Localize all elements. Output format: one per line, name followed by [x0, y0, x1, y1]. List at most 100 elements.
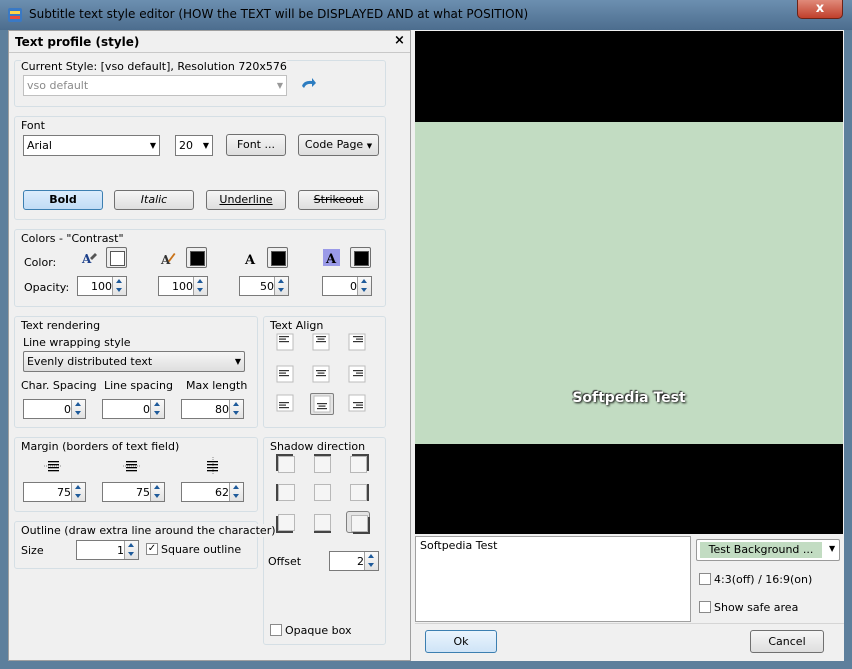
shadow-direction-label: Shadow direction [270, 440, 366, 453]
font-name-combo[interactable]: Arial ▼ [23, 135, 160, 156]
outline-color-swatch[interactable] [186, 247, 207, 268]
margin-group: Margin (borders of text field) 75 75 62 [14, 437, 258, 512]
align-top-center-button[interactable] [310, 332, 334, 354]
line-spacing-label: Line spacing [104, 379, 173, 392]
shadow-top-icon [314, 456, 331, 473]
opacity-label: Opacity: [24, 281, 70, 294]
code-page-button[interactable]: Code Page ▼ [298, 134, 379, 156]
outline-size-spinner[interactable]: 1 [76, 540, 139, 560]
align-middle-center-button[interactable] [310, 364, 334, 386]
text-rendering-group: Text rendering Line wrapping style Evenl… [14, 316, 258, 428]
align-middle-left-icon [276, 365, 294, 383]
spin-arrows-icon[interactable] [150, 483, 164, 501]
shadow-top-right-button[interactable] [346, 453, 370, 475]
shadow-bottom-icon [314, 514, 331, 531]
align-top-right-button[interactable] [346, 332, 370, 354]
aspect-ratio-checkbox[interactable] [699, 573, 711, 585]
wrap-style-combo[interactable]: Evenly distributed text ▼ [23, 351, 245, 372]
test-background-button[interactable]: Test Background ... ▼ [696, 539, 840, 561]
strikeout-button[interactable]: Strikeout [298, 190, 379, 210]
margin-vertical-icon [203, 456, 223, 476]
current-style-combo[interactable]: vso default ▼ [23, 75, 287, 96]
cancel-button[interactable]: Cancel [750, 630, 824, 653]
svg-text:A: A [325, 252, 337, 266]
background-color-swatch[interactable] [350, 247, 371, 268]
shadow-none-button[interactable] [310, 481, 334, 503]
outline-opacity-value: 100 [172, 280, 193, 293]
spin-arrows-icon[interactable] [71, 483, 85, 501]
swatch-fill [190, 251, 205, 266]
window-close-button[interactable]: x [797, 0, 843, 19]
text-color-swatch[interactable] [106, 247, 127, 268]
text-shadow-icon: A [243, 250, 259, 268]
align-top-left-button[interactable] [274, 332, 298, 354]
shadow-none-icon [314, 484, 331, 501]
chevron-down-icon: ▼ [829, 544, 836, 553]
font-size-value: 20 [179, 139, 193, 152]
shadow-bottom-right-icon [351, 515, 368, 532]
char-spacing-spinner[interactable]: 0 [23, 399, 86, 419]
shadow-right-button[interactable] [346, 481, 370, 503]
margin-right-spinner[interactable]: 75 [102, 482, 165, 502]
spin-arrows-icon[interactable] [229, 400, 243, 418]
spin-arrows-icon[interactable] [229, 483, 243, 501]
line-spacing-spinner[interactable]: 0 [102, 399, 165, 419]
align-bottom-center-button[interactable] [310, 393, 334, 415]
chevron-down-icon: ▼ [149, 141, 157, 150]
align-bottom-center-icon [313, 395, 331, 413]
align-bottom-right-button[interactable] [346, 393, 370, 415]
shadow-top-button[interactable] [310, 453, 334, 475]
spin-arrows-icon[interactable] [357, 277, 371, 295]
spin-arrows-icon[interactable] [274, 277, 288, 295]
safe-area-label: Show safe area [714, 601, 799, 614]
spin-arrows-icon[interactable] [150, 400, 164, 418]
ok-button[interactable]: Ok [425, 630, 497, 653]
align-middle-left-button[interactable] [274, 364, 298, 386]
chevron-down-icon: ▼ [234, 357, 242, 366]
opaque-box-checkbox[interactable] [270, 624, 282, 636]
underline-button[interactable]: Underline [206, 190, 286, 210]
swatch-fill [110, 251, 125, 266]
margin-vertical-spinner[interactable]: 62 [181, 482, 244, 502]
align-middle-right-button[interactable] [346, 364, 370, 386]
panel-close-icon[interactable]: × [394, 33, 405, 48]
shadow-top-left-button[interactable] [274, 453, 298, 475]
spin-arrows-icon[interactable] [193, 277, 207, 295]
background-opacity-spinner[interactable]: 0 [322, 276, 372, 296]
shadow-offset-spinner[interactable]: 2 [329, 551, 379, 571]
undo-arrow-icon[interactable] [299, 77, 317, 93]
test-text-input[interactable]: Softpedia Test [415, 536, 691, 622]
outline-opacity-spinner[interactable]: 100 [158, 276, 208, 296]
text-opacity-spinner[interactable]: 100 [77, 276, 127, 296]
margin-left-spinner[interactable]: 75 [23, 482, 86, 502]
align-top-center-icon [312, 333, 330, 351]
colors-group: Colors - "Contrast" Color: Opacity: A A … [14, 229, 386, 307]
font-size-combo[interactable]: 20 ▼ [175, 135, 213, 156]
text-profile-panel: Text profile (style) × Current Style: [v… [8, 30, 411, 661]
safe-area-checkbox[interactable] [699, 601, 711, 613]
shadow-bottom-right-button[interactable] [346, 511, 370, 533]
bold-button[interactable]: Bold [23, 190, 103, 210]
font-dialog-button[interactable]: Font ... [226, 134, 286, 156]
max-length-spinner[interactable]: 80 [181, 399, 244, 419]
char-spacing-label: Char. Spacing [21, 379, 97, 392]
spin-arrows-icon[interactable] [71, 400, 85, 418]
shadow-left-button[interactable] [274, 481, 298, 503]
square-outline-checkbox[interactable]: ✓ [146, 543, 158, 555]
italic-button[interactable]: Italic [114, 190, 194, 210]
panel-title: Text profile (style) [15, 35, 140, 49]
align-bottom-right-icon [348, 394, 366, 412]
shadow-color-swatch[interactable] [267, 247, 288, 268]
spin-arrows-icon[interactable] [364, 552, 378, 570]
shadow-bottom-button[interactable] [310, 511, 334, 533]
shadow-opacity-spinner[interactable]: 50 [239, 276, 289, 296]
shadow-top-right-icon [350, 456, 367, 473]
text-opacity-value: 100 [91, 280, 112, 293]
align-middle-right-icon [348, 365, 366, 383]
spin-arrows-icon[interactable] [124, 541, 138, 559]
title-bar[interactable]: Subtitle text style editor (HOW the TEXT… [0, 0, 852, 30]
spin-arrows-icon[interactable] [112, 277, 126, 295]
shadow-offset-value: 2 [357, 555, 364, 568]
align-bottom-left-button[interactable] [274, 393, 298, 415]
shadow-bottom-left-button[interactable] [274, 511, 298, 533]
